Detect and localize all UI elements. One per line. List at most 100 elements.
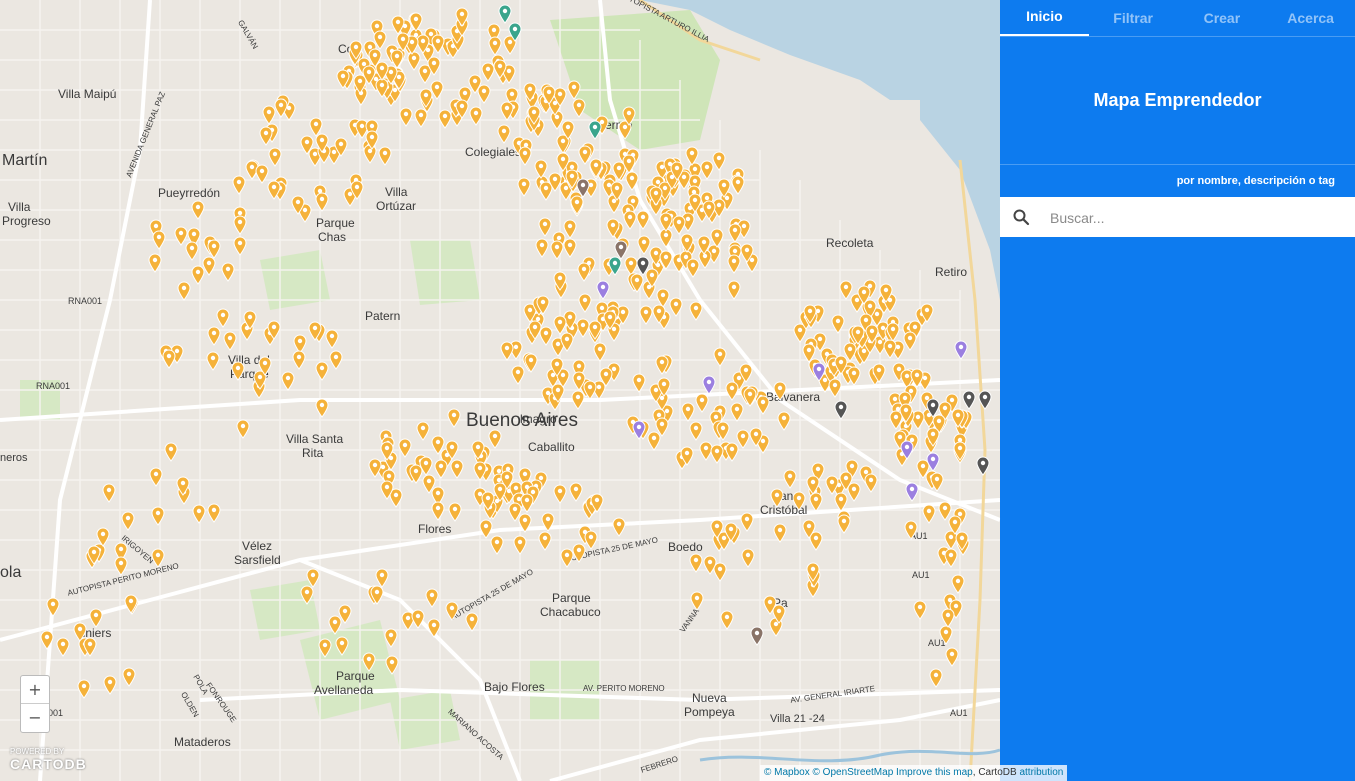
map-marker[interactable] — [710, 519, 724, 539]
map-marker[interactable] — [773, 523, 787, 543]
map-marker[interactable] — [465, 612, 479, 632]
map-marker[interactable] — [498, 4, 512, 24]
map-marker[interactable] — [954, 340, 968, 360]
map-marker[interactable] — [777, 411, 791, 431]
map-marker[interactable] — [612, 517, 626, 537]
map-marker[interactable] — [114, 556, 128, 576]
map-marker[interactable] — [572, 543, 586, 563]
map-marker[interactable] — [409, 464, 423, 484]
map-marker[interactable] — [550, 357, 564, 377]
map-marker[interactable] — [593, 342, 607, 362]
map-marker[interactable] — [391, 15, 405, 35]
map-marker[interactable] — [686, 258, 700, 278]
map-marker[interactable] — [300, 585, 314, 605]
map-marker[interactable] — [473, 461, 487, 481]
map-marker[interactable] — [362, 65, 376, 85]
map-marker[interactable] — [427, 618, 441, 638]
map-marker[interactable] — [690, 591, 704, 611]
map-marker[interactable] — [479, 519, 493, 539]
map-marker[interactable] — [517, 177, 531, 197]
map-marker[interactable] — [847, 366, 861, 386]
map-marker[interactable] — [962, 390, 976, 410]
map-marker[interactable] — [689, 421, 703, 441]
map-marker[interactable] — [409, 12, 423, 32]
map-marker[interactable] — [124, 594, 138, 614]
map-marker[interactable] — [350, 180, 364, 200]
map-marker[interactable] — [883, 339, 897, 359]
map-marker[interactable] — [318, 638, 332, 658]
map-marker[interactable] — [812, 362, 826, 382]
map-marker[interactable] — [149, 467, 163, 487]
map-marker[interactable] — [929, 668, 943, 688]
map-marker[interactable] — [639, 305, 653, 325]
map-marker[interactable] — [625, 171, 639, 191]
map-marker[interactable] — [636, 256, 650, 276]
map-marker[interactable] — [864, 473, 878, 493]
map-marker[interactable] — [803, 304, 817, 324]
map-marker[interactable] — [500, 101, 514, 121]
map-marker[interactable] — [567, 80, 581, 100]
map-marker[interactable] — [926, 427, 940, 447]
map-marker[interactable] — [689, 553, 703, 573]
map-marker[interactable] — [632, 373, 646, 393]
map-marker[interactable] — [535, 238, 549, 258]
map-marker[interactable] — [716, 421, 730, 441]
map-marker[interactable] — [689, 301, 703, 321]
map-marker[interactable] — [834, 355, 848, 375]
map-marker[interactable] — [207, 326, 221, 346]
map-marker[interactable] — [292, 350, 306, 370]
map-marker[interactable] — [151, 506, 165, 526]
map-marker[interactable] — [945, 647, 959, 667]
map-marker[interactable] — [338, 604, 352, 624]
map-marker[interactable] — [938, 501, 952, 521]
map-marker[interactable] — [315, 192, 329, 212]
map-marker[interactable] — [336, 69, 350, 89]
map-marker[interactable] — [951, 408, 965, 428]
map-marker[interactable] — [536, 295, 550, 315]
map-marker[interactable] — [192, 504, 206, 524]
map-marker[interactable] — [637, 235, 651, 255]
map-marker[interactable] — [920, 303, 934, 323]
map-marker[interactable] — [469, 106, 483, 126]
map-marker[interactable] — [267, 320, 281, 340]
tab-crear[interactable]: Crear — [1178, 0, 1267, 36]
map-marker[interactable] — [749, 427, 763, 447]
map-marker[interactable] — [583, 380, 597, 400]
map-marker[interactable] — [900, 440, 914, 460]
map-marker[interactable] — [233, 236, 247, 256]
map-marker[interactable] — [944, 548, 958, 568]
map-marker[interactable] — [508, 22, 522, 42]
map-marker[interactable] — [447, 408, 461, 428]
map-marker[interactable] — [743, 387, 757, 407]
map-marker[interactable] — [669, 297, 683, 317]
map-marker[interactable] — [291, 195, 305, 215]
map-marker[interactable] — [941, 608, 955, 628]
map-marker[interactable] — [315, 361, 329, 381]
map-marker[interactable] — [385, 655, 399, 675]
map-marker[interactable] — [500, 341, 514, 361]
map-marker[interactable] — [390, 49, 404, 69]
map-marker[interactable] — [151, 548, 165, 568]
map-marker[interactable] — [185, 241, 199, 261]
map-marker[interactable] — [497, 124, 511, 144]
map-marker[interactable] — [231, 361, 245, 381]
map-marker[interactable] — [922, 504, 936, 524]
map-marker[interactable] — [202, 256, 216, 276]
tab-filtrar[interactable]: Filtrar — [1089, 0, 1178, 36]
map-marker[interactable] — [455, 7, 469, 27]
map-marker[interactable] — [488, 429, 502, 449]
map-marker[interactable] — [720, 610, 734, 630]
map-marker[interactable] — [828, 378, 842, 398]
map-marker[interactable] — [688, 193, 702, 213]
map-marker[interactable] — [315, 133, 329, 153]
map-marker[interactable] — [164, 442, 178, 462]
map-marker[interactable] — [550, 240, 564, 260]
map-marker[interactable] — [553, 315, 567, 335]
map-marker[interactable] — [770, 488, 784, 508]
map-marker[interactable] — [802, 343, 816, 363]
map-marker[interactable] — [315, 398, 329, 418]
map-marker[interactable] — [910, 368, 924, 388]
map-marker[interactable] — [680, 446, 694, 466]
map-marker[interactable] — [630, 273, 644, 293]
map-marker[interactable] — [445, 440, 459, 460]
